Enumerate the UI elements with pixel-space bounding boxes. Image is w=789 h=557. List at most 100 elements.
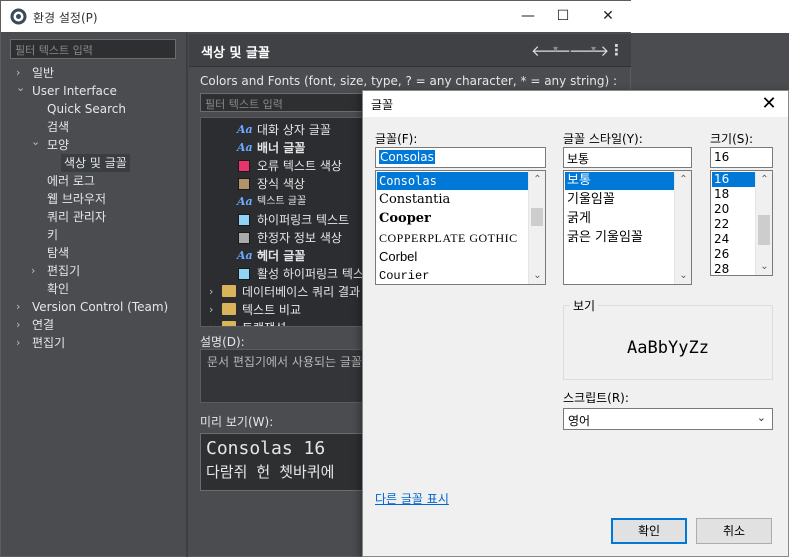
tree-item-label: 편집기 — [32, 336, 66, 350]
tree-item-label: 연결 — [32, 318, 55, 332]
font-list-scrollbar[interactable]: ⌃ ⌄ — [528, 171, 545, 284]
minimize-button[interactable]: — — [513, 5, 543, 27]
list-item[interactable]: 28 — [712, 262, 755, 275]
list-item[interactable]: Cooper — [377, 210, 528, 228]
tree-item-label: 일반 — [32, 66, 55, 80]
font-name-input[interactable]: Consolas — [375, 147, 546, 168]
font-icon: Aa — [237, 249, 253, 262]
tree-item-label: 한정자 정보 색상 — [257, 231, 342, 245]
scroll-up-icon[interactable]: ⌃ — [756, 171, 772, 188]
cancel-button[interactable]: 취소 — [696, 518, 772, 544]
list-item[interactable]: Corbel — [377, 248, 528, 266]
chevron-right-icon[interactable]: › — [209, 283, 213, 301]
list-item[interactable]: 굵게 — [565, 210, 674, 228]
scrollbar-thumb[interactable] — [758, 215, 770, 245]
chevron-down-icon[interactable]: ▾ — [553, 44, 558, 55]
size-label: 크기(S): — [710, 132, 754, 146]
color-swatch-icon — [238, 160, 250, 172]
list-item[interactable]: 20 — [712, 202, 755, 217]
tree-item-confirm[interactable]: 확인 — [47, 280, 69, 298]
colors-fonts-description: Colors and Fonts (font, size, type, ? = … — [200, 74, 618, 88]
list-item[interactable]: 보통 — [565, 172, 674, 190]
tree-item-label: 활성 하이퍼링크 텍스트 — [257, 267, 376, 281]
description-label: 설명(D): — [200, 335, 245, 349]
pane-splitter[interactable] — [186, 33, 188, 557]
scroll-up-icon[interactable]: ⌃ — [675, 171, 691, 188]
tree-filter-input[interactable]: 필터 텍스트 입력 — [10, 39, 176, 59]
close-window-button[interactable]: ✕ — [593, 5, 623, 27]
list-item[interactable]: Consolas — [377, 172, 528, 190]
tree-item-web-browser[interactable]: 웹 브라우저 — [47, 190, 106, 208]
size-input[interactable]: 16 — [710, 147, 773, 168]
font-name-value: Consolas — [379, 150, 435, 164]
tree-item-label: 키 — [47, 228, 59, 242]
script-select[interactable]: 영어 ⌄ — [563, 408, 773, 430]
chevron-right-icon[interactable]: › — [31, 262, 35, 280]
tree-item-query-manager[interactable]: 쿼리 관리자 — [47, 208, 106, 226]
list-item[interactable]: Constantia — [377, 191, 528, 209]
font-list[interactable]: Consolas Constantia Cooper COPPERPLATE G… — [375, 170, 546, 285]
size-list-scrollbar[interactable]: ⌃ ⌄ — [755, 171, 772, 275]
tree-item-navigation[interactable]: 탐색 — [47, 244, 69, 262]
ok-button[interactable]: 확인 — [611, 518, 687, 544]
tree-item-search[interactable]: 검색 — [47, 118, 69, 136]
tree-item-label: 데이터베이스 쿼리 결과 — [242, 285, 361, 299]
sample-group: 보기 AaBbYyZz — [563, 297, 773, 380]
list-item[interactable]: 16 — [712, 172, 755, 187]
script-label: 스크립트(R): — [563, 391, 629, 405]
view-menu-icon[interactable]: ⋮ — [609, 41, 624, 59]
forward-arrow-icon[interactable]: 🡒 — [569, 41, 609, 60]
scrollbar-thumb[interactable] — [531, 208, 543, 226]
chevron-down-icon[interactable]: ▾ — [591, 44, 596, 55]
chevron-down-icon[interactable]: ⌄ — [31, 133, 40, 151]
scroll-down-icon[interactable]: ⌄ — [529, 267, 545, 284]
color-swatch-icon — [238, 214, 250, 226]
tree-item-label: Version Control (Team) — [32, 300, 169, 314]
font-style-list[interactable]: 보통 기울임꼴 굵게 굵은 기울임꼴 ⌃ ⌄ — [563, 170, 692, 285]
preview-label: 미리 보기(W): — [200, 415, 274, 429]
back-arrow-icon[interactable]: 🡐 — [531, 41, 571, 60]
scroll-down-icon[interactable]: ⌄ — [675, 267, 691, 284]
tree-item-label: Quick Search — [47, 102, 126, 116]
preferences-tree: › 일반 ⌄ User Interface Quick Search 검색 ⌄ … — [1, 63, 186, 553]
list-item[interactable]: 굵은 기울임꼴 — [565, 229, 674, 247]
list-item[interactable]: 26 — [712, 247, 755, 262]
tree-item-label: 하이퍼링크 텍스트 — [257, 213, 350, 227]
tree-item-label: 헤더 글꼴 — [257, 249, 306, 263]
sample-label: 보기 — [570, 297, 599, 314]
maximize-button[interactable]: ☐ — [548, 5, 578, 27]
chevron-down-icon[interactable]: ⌄ — [16, 79, 25, 97]
scroll-down-icon[interactable]: ⌄ — [756, 258, 772, 275]
tree-item-label: 편집기 — [47, 264, 81, 278]
list-item[interactable]: COPPERPLATE GOTHIC — [377, 229, 528, 247]
scroll-up-icon[interactable]: ⌃ — [529, 171, 545, 188]
tree-item-error-log[interactable]: 에러 로그 — [47, 172, 95, 190]
tree-item-label: 텍스트 글꼴 — [257, 196, 307, 207]
tree-item-keys[interactable]: 키 — [47, 226, 58, 244]
chevron-right-icon[interactable]: › — [16, 316, 20, 334]
list-item[interactable]: 18 — [712, 187, 755, 202]
script-value: 영어 — [568, 414, 591, 428]
chevron-right-icon[interactable]: › — [209, 301, 213, 319]
tree-item-label: 색상 및 글꼴 — [64, 156, 127, 170]
font-label: 글꼴(F): — [375, 132, 418, 146]
tree-item-quick-search[interactable]: Quick Search — [47, 100, 126, 118]
font-style-scrollbar[interactable]: ⌃ ⌄ — [674, 171, 691, 284]
dialog-titlebar: 글꼴 ✕ — [363, 91, 788, 117]
list-item[interactable]: 기울임꼴 — [565, 191, 674, 209]
close-icon[interactable]: ✕ — [756, 92, 782, 116]
tree-item-colors-fonts[interactable]: 색상 및 글꼴 — [61, 154, 130, 172]
list-item[interactable]: 24 — [712, 232, 755, 247]
chevron-right-icon[interactable]: › — [16, 334, 20, 352]
color-swatch-icon — [238, 178, 250, 190]
chevron-right-icon[interactable]: › — [16, 298, 20, 316]
more-fonts-link[interactable]: 다른 글꼴 표시 — [375, 490, 449, 507]
tree-item-label: User Interface — [32, 84, 117, 98]
font-style-input[interactable]: 보통 — [563, 147, 692, 168]
list-item[interactable]: 22 — [712, 217, 755, 232]
list-item[interactable]: Courier — [377, 267, 528, 284]
size-list[interactable]: 16 18 20 22 24 26 28 ⌃ ⌄ — [710, 170, 773, 276]
page-header: 색상 및 글꼴 🡐 ▾ 🡒 ▾ ⋮ — [189, 34, 631, 67]
folder-icon — [222, 285, 236, 297]
chevron-right-icon[interactable]: › — [209, 319, 213, 326]
